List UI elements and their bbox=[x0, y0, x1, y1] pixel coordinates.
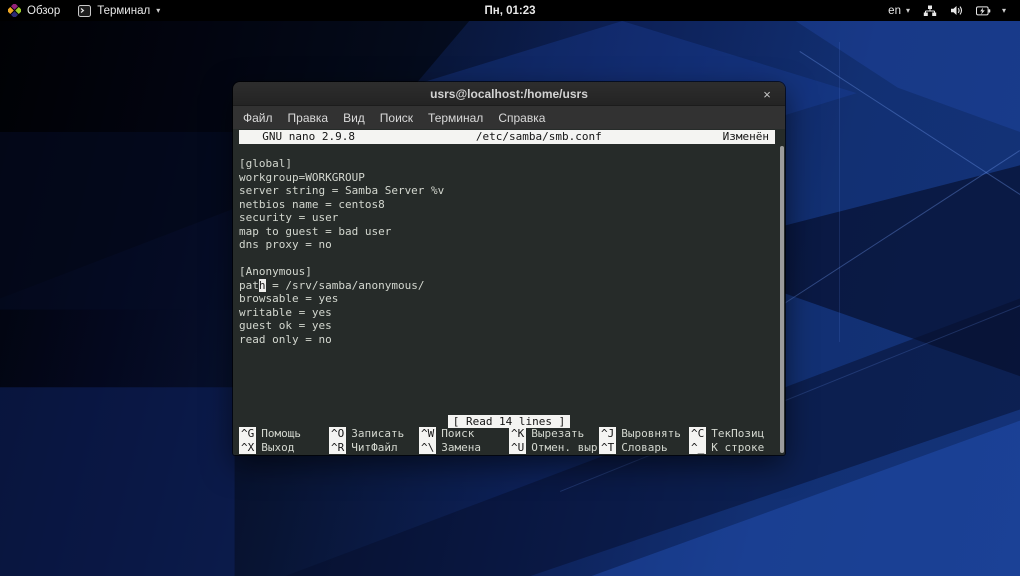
system-status-menu[interactable]: ▾ bbox=[923, 5, 1006, 17]
shortcut-label: Замена bbox=[436, 441, 481, 454]
shortcut-key: ^X bbox=[239, 441, 256, 455]
buffer-line: read only = no bbox=[239, 333, 779, 347]
menu-item-view[interactable]: Вид bbox=[343, 111, 365, 125]
shortcut-key: ^J bbox=[599, 427, 616, 441]
keyboard-layout-label: en bbox=[888, 5, 901, 17]
shortcut-label: ТекПозиц bbox=[706, 427, 764, 440]
shortcut-label: Выход bbox=[256, 441, 294, 454]
chevron-down-icon: ▾ bbox=[1002, 7, 1006, 15]
nano-titlebar: GNU nano 2.9.8 /etc/samba/smb.conf Измен… bbox=[239, 130, 775, 144]
menu-item-file[interactable]: Файл bbox=[243, 111, 273, 125]
terminal-icon bbox=[78, 5, 91, 17]
nano-status-message: [ Read 14 lines ] bbox=[448, 415, 571, 429]
shortcut-label: Словарь bbox=[616, 441, 667, 454]
shortcut-justify: ^JВыровнять bbox=[599, 427, 689, 441]
shortcut-readfile: ^RЧитФайл bbox=[329, 441, 419, 455]
window-titlebar[interactable]: usrs@localhost:/home/usrs × bbox=[233, 82, 785, 106]
shortcut-key: ^O bbox=[329, 427, 346, 441]
volume-high-icon bbox=[950, 5, 963, 16]
shortcut-label: Выровнять bbox=[616, 427, 681, 440]
buffer-line: server string = Samba Server %v bbox=[239, 184, 779, 198]
shortcut-key: ^\ bbox=[419, 441, 436, 455]
buffer-line: map to guest = bad user bbox=[239, 225, 779, 239]
activities-label: Обзор bbox=[27, 5, 60, 17]
shortcut-label: ЧитФайл bbox=[346, 441, 397, 454]
menu-item-edit[interactable]: Правка bbox=[288, 111, 329, 125]
wallpaper-line bbox=[839, 42, 840, 342]
app-menu-terminal[interactable]: Терминал ▾ bbox=[78, 0, 160, 21]
app-menu-label: Терминал bbox=[97, 5, 150, 17]
shortcut-label: Поиск bbox=[436, 427, 474, 440]
shortcut-key: ^R bbox=[329, 441, 346, 455]
shortcut-label: Вырезать bbox=[526, 427, 584, 440]
chevron-down-icon: ▾ bbox=[156, 7, 160, 15]
shortcut-label: К строке bbox=[706, 441, 764, 454]
shortcut-key: ^G bbox=[239, 427, 256, 441]
top-bar: Обзор Терминал ▾ Пн, 01:23 en ▾ bbox=[0, 0, 1020, 21]
activities-button[interactable]: Обзор bbox=[8, 0, 60, 21]
clock[interactable]: Пн, 01:23 bbox=[484, 5, 535, 17]
shortcut-label: Помощь bbox=[256, 427, 301, 440]
shortcut-label: Отмен. выр bbox=[526, 441, 597, 454]
network-wired-icon bbox=[923, 5, 937, 17]
buffer-line: dns proxy = no bbox=[239, 238, 779, 252]
chevron-down-icon: ▾ bbox=[906, 7, 910, 15]
buffer-line: writable = yes bbox=[239, 306, 779, 320]
battery-charging-icon bbox=[976, 6, 991, 16]
shortcut-key: ^W bbox=[419, 427, 436, 441]
shortcut-spell: ^TСловарь bbox=[599, 441, 689, 455]
shortcut-exit: ^XВыход bbox=[239, 441, 329, 455]
nano-buffer: [global]workgroup=WORKGROUPserver string… bbox=[239, 157, 779, 346]
buffer-line: [Anonymous] bbox=[239, 265, 779, 279]
shortcut-cut: ^KВырезать bbox=[509, 427, 599, 441]
window-title: usrs@localhost:/home/usrs bbox=[430, 87, 588, 101]
terminal-content[interactable]: GNU nano 2.9.8 /etc/samba/smb.conf Измен… bbox=[233, 129, 785, 455]
menu-item-terminal[interactable]: Терминал bbox=[428, 111, 483, 125]
shortcut-replace: ^\Замена bbox=[419, 441, 509, 455]
centos-logo-icon bbox=[8, 4, 21, 17]
shortcut-writeout: ^OЗаписать bbox=[329, 427, 419, 441]
buffer-line: path = /srv/samba/anonymous/ bbox=[239, 279, 779, 293]
shortcut-search: ^WПоиск bbox=[419, 427, 509, 441]
menu-item-search[interactable]: Поиск bbox=[380, 111, 413, 125]
nano-version: GNU nano 2.9.8 bbox=[239, 130, 355, 144]
terminal-window: usrs@localhost:/home/usrs × Файл Правка … bbox=[233, 82, 785, 455]
scrollbar[interactable] bbox=[778, 129, 785, 455]
nano-statusbar: [ Read 14 lines ] bbox=[233, 415, 785, 429]
shortcut-key: ^U bbox=[509, 441, 526, 455]
shortcut-curpos: ^CТекПозиц bbox=[689, 427, 779, 441]
buffer-line bbox=[239, 252, 779, 266]
shortcut-gotoline: ^_К строке bbox=[689, 441, 779, 455]
buffer-line: security = user bbox=[239, 211, 779, 225]
buffer-line: netbios name = centos8 bbox=[239, 198, 779, 212]
nano-modified-badge: Изменён bbox=[723, 130, 775, 144]
scrollbar-thumb[interactable] bbox=[780, 146, 784, 453]
buffer-line: guest ok = yes bbox=[239, 319, 779, 333]
buffer-line: browsable = yes bbox=[239, 292, 779, 306]
nano-file-path: /etc/samba/smb.conf bbox=[355, 130, 723, 144]
shortcut-label: Записать bbox=[346, 427, 404, 440]
text-cursor: h bbox=[259, 279, 266, 292]
menu-item-help[interactable]: Справка bbox=[498, 111, 545, 125]
shortcut-help: ^GПомощь bbox=[239, 427, 329, 441]
close-button[interactable]: × bbox=[759, 82, 775, 106]
shortcut-uncut: ^UОтмен. выр bbox=[509, 441, 599, 455]
buffer-line: workgroup=WORKGROUP bbox=[239, 171, 779, 185]
window-menubar: Файл Правка Вид Поиск Терминал Справка bbox=[233, 106, 785, 129]
shortcut-key: ^_ bbox=[689, 441, 706, 455]
keyboard-layout-indicator[interactable]: en ▾ bbox=[888, 5, 910, 17]
shortcut-key: ^C bbox=[689, 427, 706, 441]
shortcut-key: ^T bbox=[599, 441, 616, 455]
buffer-line: [global] bbox=[239, 157, 779, 171]
nano-shortcuts-bar: ^GПомощь ^OЗаписать ^WПоиск ^KВырезать ^… bbox=[239, 427, 779, 454]
shortcut-key: ^K bbox=[509, 427, 526, 441]
